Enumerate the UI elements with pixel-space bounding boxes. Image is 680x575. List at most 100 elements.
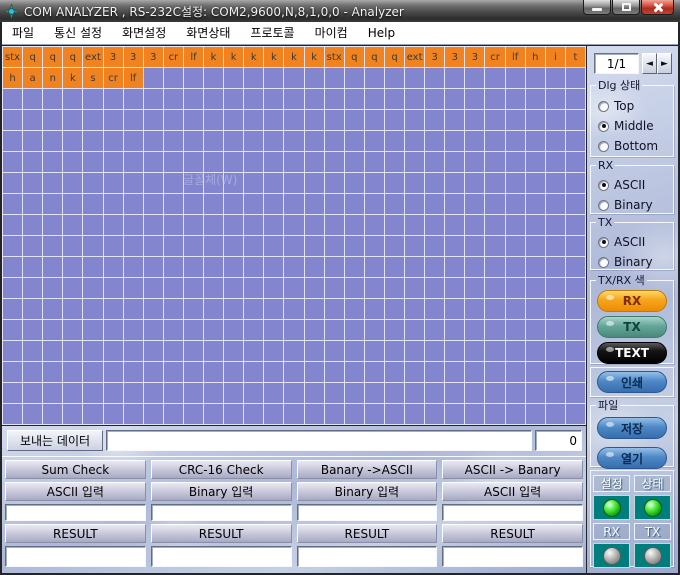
grid-cell <box>445 278 465 299</box>
status-label: TX <box>634 523 671 540</box>
tool-result-field[interactable] <box>297 546 438 567</box>
grid-cell <box>345 194 365 215</box>
grid-cell <box>184 110 204 131</box>
grid-cell <box>224 110 244 131</box>
tool-result-field[interactable] <box>151 546 292 567</box>
grid-cell <box>184 89 204 110</box>
maximize-button[interactable] <box>612 0 640 15</box>
grid-cell <box>244 362 264 383</box>
color-button-tx[interactable]: TX <box>597 316 667 338</box>
grid-cell <box>23 194 43 215</box>
grid-cell <box>465 110 485 131</box>
tool-result-button[interactable]: RESULT <box>151 524 292 543</box>
tool-input-field[interactable] <box>5 504 146 521</box>
grid-cell <box>144 362 164 383</box>
color-button-text[interactable]: TEXT <box>597 342 667 364</box>
grid-cell <box>506 173 526 194</box>
tool-input-field[interactable] <box>297 504 438 521</box>
tool-result-button[interactable]: RESULT <box>5 524 146 543</box>
grid-cell <box>124 341 144 362</box>
grid-cell <box>305 383 325 404</box>
grid-cell: lf <box>184 47 204 68</box>
grid-cell <box>164 299 184 320</box>
radio-option[interactable]: Bottom <box>598 136 673 156</box>
grid-cell <box>83 278 103 299</box>
rx-mode-group-title: RX <box>596 159 615 172</box>
grid-cell <box>465 341 485 362</box>
tool-input-field[interactable] <box>442 504 583 521</box>
data-grid[interactable]: stxqqqext333crlfkkkkkkstxqqqext333crlfhi… <box>2 46 586 425</box>
page-prev-button[interactable]: ◄ <box>642 53 657 74</box>
grid-cell <box>345 362 365 383</box>
page-next-button[interactable]: ► <box>657 53 672 74</box>
grid-cell <box>506 152 526 173</box>
grid-cell: 3 <box>124 47 144 68</box>
grid-cell: 3 <box>144 47 164 68</box>
grid-cell <box>485 278 505 299</box>
titlebar[interactable]: COM ANALYZER , RS-232C설정: COM2,9600,N,8,… <box>0 0 680 22</box>
send-data-input[interactable] <box>106 430 532 451</box>
grid-cell <box>23 236 43 257</box>
grid-cell <box>3 320 23 341</box>
grid-cell <box>485 299 505 320</box>
grid-cell <box>164 236 184 257</box>
grid-cell <box>63 194 83 215</box>
file-button-0[interactable]: 저장 <box>597 417 667 439</box>
grid-cell <box>284 194 304 215</box>
grid-cell: 3 <box>104 47 124 68</box>
grid-cell <box>526 236 546 257</box>
menu-item-3[interactable]: 화면상태 <box>176 22 240 44</box>
tool-result-field[interactable] <box>442 546 583 567</box>
grid-cell <box>124 278 144 299</box>
grid-cell <box>325 383 345 404</box>
grid-cell <box>485 173 505 194</box>
grid-cell <box>124 89 144 110</box>
radio-option[interactable]: Top <box>598 96 673 116</box>
grid-cell <box>284 152 304 173</box>
tool-input-field[interactable] <box>151 504 292 521</box>
grid-cell <box>3 173 23 194</box>
menu-item-6[interactable]: Help <box>358 22 405 44</box>
grid-cell <box>526 320 546 341</box>
menu-item-5[interactable]: 마이컴 <box>305 22 358 44</box>
grid-cell <box>325 68 345 89</box>
print-button[interactable]: 인쇄 <box>597 371 667 393</box>
color-button-rx[interactable]: RX <box>597 290 667 312</box>
send-data-button[interactable]: 보내는 데이터 <box>7 430 103 451</box>
tool-result-button[interactable]: RESULT <box>297 524 438 543</box>
grid-cell <box>546 341 566 362</box>
grid-cell <box>345 173 365 194</box>
grid-cell <box>305 320 325 341</box>
radio-option[interactable]: Binary <box>598 195 673 215</box>
radio-option[interactable]: Binary <box>598 252 673 272</box>
grid-cell <box>546 362 566 383</box>
radio-label: ASCII <box>614 178 645 192</box>
file-button-1[interactable]: 열기 <box>597 447 667 469</box>
tool-result-button[interactable]: RESULT <box>442 524 583 543</box>
radio-option[interactable]: ASCII <box>598 175 673 195</box>
grid-cell <box>43 320 63 341</box>
grid-cell <box>204 236 224 257</box>
grid-cell <box>83 110 103 131</box>
grid-cell <box>63 320 83 341</box>
grid-cell <box>506 257 526 278</box>
grid-cell <box>244 404 264 425</box>
menu-item-0[interactable]: 파일 <box>2 22 44 44</box>
menu-item-4[interactable]: 프로토콜 <box>240 22 304 44</box>
radio-option[interactable]: Middle <box>598 116 673 136</box>
grid-cell <box>305 173 325 194</box>
grid-cell <box>83 362 103 383</box>
tools-table: Sum CheckASCII 입력RESULTCRC-16 CheckBinar… <box>2 456 586 571</box>
close-button[interactable] <box>641 0 674 15</box>
tool-result-field[interactable] <box>5 546 146 567</box>
menu-item-2[interactable]: 화면설정 <box>112 22 176 44</box>
grid-cell <box>566 131 586 152</box>
radio-option[interactable]: ASCII <box>598 232 673 252</box>
grid-cell <box>83 89 103 110</box>
grid-cell <box>224 89 244 110</box>
grid-cell <box>144 404 164 425</box>
grid-cell <box>23 110 43 131</box>
grid-cell <box>23 131 43 152</box>
menu-item-1[interactable]: 통신 설정 <box>44 22 112 44</box>
minimize-button[interactable] <box>583 0 611 15</box>
